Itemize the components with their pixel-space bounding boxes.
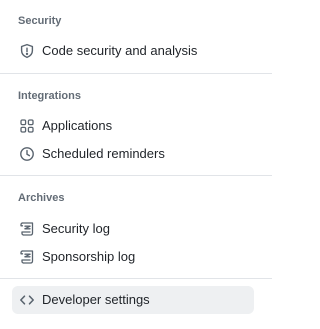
sidebar-item-applications[interactable]: Applications	[12, 112, 254, 140]
settings-sidebar-nav: Security Code security and analysis Inte…	[0, 0, 272, 329]
sidebar-item-code-security-and-analysis[interactable]: Code security and analysis	[12, 37, 254, 65]
section-heading-integrations: Integrations	[18, 90, 81, 102]
clock-icon	[19, 146, 35, 162]
sidebar-item-scheduled-reminders[interactable]: Scheduled reminders	[12, 140, 254, 168]
sidebar-item-sponsorship-log[interactable]: Sponsorship log	[12, 243, 254, 271]
sidebar-item-label: Security log	[42, 221, 110, 236]
log-icon	[19, 249, 35, 265]
sidebar-item-security-log[interactable]: Security log	[12, 215, 254, 243]
code-icon	[19, 292, 35, 308]
sidebar-item-label: Developer settings	[42, 292, 150, 307]
sidebar-item-label: Applications	[42, 118, 113, 133]
sidebar-item-label: Sponsorship log	[42, 249, 136, 264]
sidebar-item-label: Scheduled reminders	[42, 146, 165, 161]
apps-grid-icon	[19, 118, 35, 134]
sidebar-item-label: Code security and analysis	[42, 43, 198, 58]
section-heading-archives: Archives	[18, 192, 65, 204]
section-divider	[0, 175, 272, 176]
shield-icon	[19, 43, 35, 59]
section-divider	[0, 278, 272, 279]
log-icon	[19, 221, 35, 237]
section-heading-security: Security	[18, 15, 62, 27]
section-divider	[0, 73, 272, 74]
sidebar-item-developer-settings[interactable]: Developer settings	[12, 286, 254, 314]
